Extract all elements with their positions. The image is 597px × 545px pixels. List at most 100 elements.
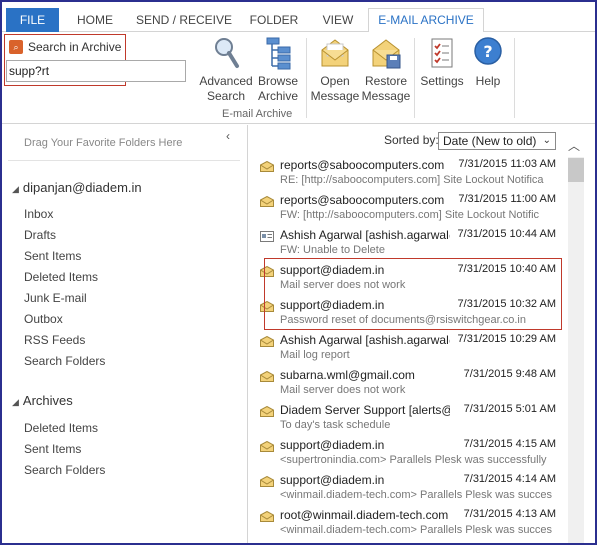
account-name: dipanjan@diadem.in (22, 180, 142, 195)
message-sender: support@diadem.in (280, 438, 385, 452)
message-sender: Ashish Agarwal [ashish.agarwal@ (280, 333, 450, 347)
tab-email-archive[interactable]: E-MAIL ARCHIVE (368, 8, 484, 33)
tab-file[interactable]: FILE (6, 8, 59, 32)
folder-search-folders[interactable]: Search Folders (24, 354, 105, 368)
open-message-label-2: Message (310, 89, 360, 103)
message-list-pane: Sorted by: Date (New to old) ⌄ ︿ reports… (250, 125, 595, 543)
tab-view[interactable]: VIEW (314, 10, 362, 32)
message-date: 7/31/2015 9:48 AM (463, 368, 556, 380)
restore-message-button[interactable]: Restore Message (360, 36, 412, 104)
favorites-drop-hint: Drag Your Favorite Folders Here (24, 137, 183, 149)
message-sender: root@winmail.diadem-tech.com (280, 508, 449, 522)
expand-triangle-icon: ◢ (12, 184, 19, 194)
folder-outbox[interactable]: Outbox (24, 312, 63, 326)
archives-label: Archives (22, 393, 73, 408)
message-row[interactable]: reports@saboocomputers.com 7/31/2015 11:0… (254, 157, 560, 192)
restore-message-label-1: Restore (364, 74, 408, 88)
envelope-open-icon (260, 335, 274, 347)
browse-archive-label-2: Archive (257, 89, 298, 103)
envelope-open-icon (260, 160, 274, 172)
search-input[interactable] (6, 60, 186, 82)
settings-label: Settings (420, 74, 464, 88)
message-subject: Mail log report (280, 349, 350, 361)
message-sender: reports@saboocomputers.com (280, 193, 445, 207)
folder-drafts[interactable]: Drafts (24, 228, 56, 242)
chevron-down-icon: ⌄ (542, 135, 551, 146)
ribbon-tabs: FILE HOME SEND / RECEIVE FOLDER VIEW E-M… (2, 2, 595, 33)
navigation-pane: Drag Your Favorite Folders Here ‹ ◢ dipan… (2, 125, 248, 543)
message-subject: <winmail.diadem-tech.com> Parallels Ples… (280, 524, 553, 536)
checklist-icon (426, 36, 458, 70)
message-sender: reports@saboocomputers.com (280, 158, 445, 172)
ribbon-separator (514, 38, 515, 118)
message-date: 7/31/2015 4:13 AM (463, 508, 556, 520)
open-message-button[interactable]: Open Message (310, 36, 360, 104)
settings-button[interactable]: Settings (418, 36, 466, 89)
restore-message-label-2: Message (361, 89, 411, 103)
collapse-pane-icon[interactable]: ‹ (226, 129, 230, 143)
open-envelope-icon (319, 36, 351, 70)
search-result-highlight (264, 258, 562, 330)
folder-tree-icon (262, 36, 294, 70)
ribbon-separator (306, 38, 307, 118)
ribbon: ⌕ Search in Archive Advanced Search (2, 32, 595, 124)
folder-inbox[interactable]: Inbox (24, 207, 53, 221)
message-subject: RE: [http://saboocomputers.com] Site Loc… (280, 174, 544, 186)
message-sender: support@diadem.in (280, 473, 385, 487)
message-subject: <winmail.diadem-tech.com> Parallels Ples… (280, 489, 553, 501)
message-row[interactable]: reports@saboocomputers.com 7/31/2015 11:0… (254, 192, 560, 227)
message-row[interactable]: Diadem Server Support [alerts@di 7/31/201… (254, 402, 560, 437)
message-date: 7/31/2015 4:15 AM (463, 438, 556, 450)
message-row[interactable]: Ashish Agarwal [ashish.agarwal@ 7/31/2015… (254, 227, 560, 262)
sorted-by-label: Sorted by: (384, 133, 439, 147)
envelope-open-icon (260, 475, 274, 487)
message-sender: Ashish Agarwal [ashish.agarwal@ (280, 228, 450, 242)
scrollbar-track[interactable] (568, 157, 584, 543)
message-sender: subarna.wml@gmail.com (280, 368, 415, 382)
message-row[interactable]: support@diadem.in 7/31/2015 4:15 AM <super… (254, 437, 560, 472)
tab-folder[interactable]: FOLDER (242, 10, 306, 32)
search-in-archive-label[interactable]: ⌕ Search in Archive (9, 40, 121, 54)
archive-search-icon: ⌕ (9, 40, 23, 54)
message-row[interactable]: root@winmail.diadem-tech.com 7/31/2015 4:… (254, 507, 560, 542)
account-header[interactable]: ◢ dipanjan@diadem.in (12, 180, 142, 195)
magnifier-icon (210, 36, 242, 70)
help-icon: ? (472, 36, 504, 70)
folder-sent-items[interactable]: Sent Items (24, 249, 81, 263)
tab-home[interactable]: HOME (66, 10, 124, 32)
folder-rss-feeds[interactable]: RSS Feeds (24, 333, 85, 347)
browse-archive-button[interactable]: Browse Archive (254, 36, 302, 104)
advanced-search-button[interactable]: Advanced Search (198, 36, 254, 104)
sort-order-select[interactable]: Date (New to old) ⌄ (438, 132, 556, 150)
archives-header[interactable]: ◢ Archives (12, 393, 73, 408)
archive-folder-search-folders[interactable]: Search Folders (24, 463, 105, 477)
message-date: 7/31/2015 10:44 AM (457, 228, 556, 240)
help-button[interactable]: ? Help (468, 36, 508, 89)
contact-card-icon (260, 231, 274, 242)
archive-folder-deleted-items[interactable]: Deleted Items (24, 421, 98, 435)
ribbon-separator (414, 38, 415, 118)
message-row[interactable]: subarna.wml@gmail.com 7/31/2015 9:48 AM Ma… (254, 367, 560, 402)
envelope-open-icon (260, 405, 274, 417)
message-subject: Mail server does not work (280, 384, 406, 396)
svg-text:?: ? (483, 42, 492, 61)
tab-send-receive[interactable]: SEND / RECEIVE (132, 10, 236, 32)
message-row[interactable]: support@diadem.in 7/31/2015 4:14 AM <winma… (254, 472, 560, 507)
archive-folder-sent-items[interactable]: Sent Items (24, 442, 81, 456)
folder-deleted-items[interactable]: Deleted Items (24, 270, 98, 284)
envelope-open-icon (260, 195, 274, 207)
search-in-archive-text: Search in Archive (28, 40, 122, 54)
message-subject: FW: [http://saboocomputers.com] Site Loc… (280, 209, 540, 221)
outlook-window: FILE HOME SEND / RECEIVE FOLDER VIEW E-M… (0, 0, 597, 545)
message-subject: <supertronindia.com> Parallels Plesk was… (280, 454, 547, 466)
help-label: Help (475, 74, 501, 88)
scroll-up-icon[interactable]: ︿ (568, 137, 580, 154)
scrollbar-thumb[interactable] (568, 158, 584, 182)
sort-order-value: Date (New to old) (443, 134, 537, 148)
folder-junk-email[interactable]: Junk E-mail (24, 291, 87, 305)
envelope-open-icon (260, 370, 274, 382)
restore-envelope-icon (370, 36, 402, 70)
advanced-search-label-1: Advanced (199, 74, 253, 88)
message-subject: To day's task schedule (280, 419, 391, 431)
message-row[interactable]: Ashish Agarwal [ashish.agarwal@ 7/31/2015… (254, 332, 560, 367)
